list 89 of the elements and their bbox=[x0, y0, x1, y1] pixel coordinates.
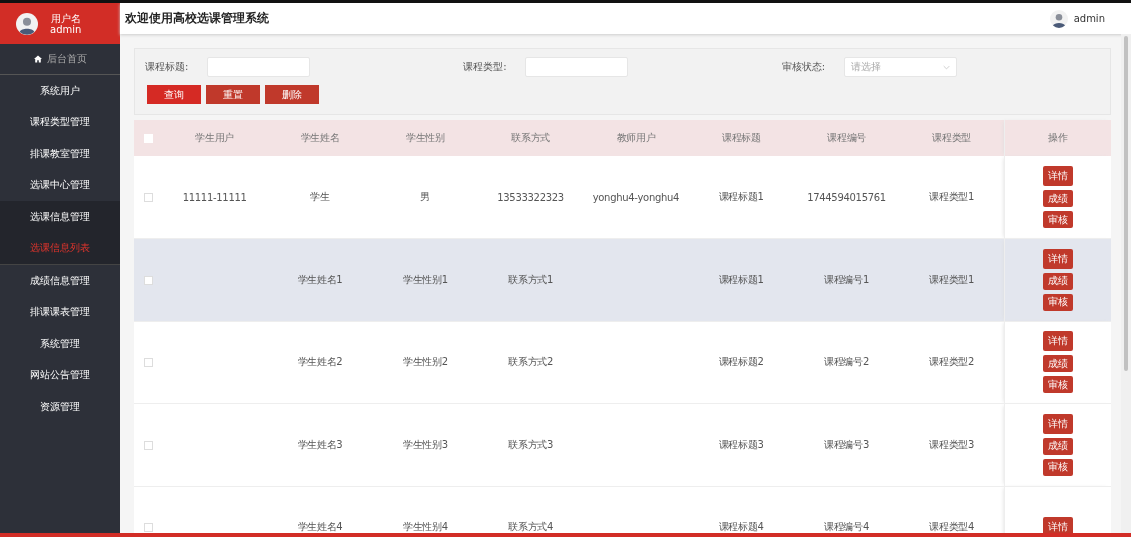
table-cell: 课程标题1 bbox=[718, 273, 764, 285]
table-cell: 联系方式4 bbox=[508, 521, 554, 533]
table-cell: 联系方式2 bbox=[508, 356, 554, 368]
checkbox[interactable] bbox=[143, 358, 153, 368]
avatar-icon bbox=[16, 12, 38, 35]
column-header: 课程编号 bbox=[793, 120, 900, 156]
action-button[interactable]: 成绩 bbox=[1043, 272, 1073, 290]
action-button[interactable]: 详情 bbox=[1043, 331, 1073, 352]
filter-label: 课程类型: bbox=[463, 60, 508, 74]
checkbox[interactable] bbox=[143, 523, 153, 533]
table-cell: 学生姓名3 bbox=[297, 438, 343, 450]
caret-icon bbox=[942, 64, 950, 70]
table-row[interactable]: 学生姓名2 学生性别2 联系方式2 课程标题2 课程编号2 课程类型2 详情 成绩 审核 bbox=[134, 321, 1111, 404]
column-header: 联系方式 bbox=[477, 120, 584, 156]
action-button[interactable]: 成绩 bbox=[1043, 190, 1073, 207]
sidebar-item[interactable]: 资源管理 bbox=[0, 391, 120, 423]
table-cell: yonghu4-yonghu4 bbox=[592, 191, 680, 203]
user-label: 用户名 bbox=[50, 12, 81, 24]
table-cell: 学生性别4 bbox=[402, 521, 448, 533]
table-cell: 课程类型1 bbox=[929, 273, 975, 285]
table-cell: 课程标题4 bbox=[718, 521, 764, 533]
filter-button[interactable]: 查询 bbox=[147, 85, 201, 104]
table-cell: 课程编号2 bbox=[824, 356, 869, 368]
sidebar-subitem[interactable]: 选课信息列表 bbox=[0, 232, 120, 265]
sidebar-item[interactable]: 后台首页 bbox=[0, 44, 120, 75]
checkbox[interactable] bbox=[143, 440, 153, 450]
table-cell: 课程类型2 bbox=[929, 356, 975, 368]
sidebar-item[interactable]: 排课教室管理 bbox=[0, 138, 120, 170]
action-button[interactable]: 审核 bbox=[1043, 376, 1073, 394]
table-row[interactable]: 学生姓名1 学生性别1 联系方式1 课程标题1 课程编号1 课程类型1 详情 成绩 审核 bbox=[134, 238, 1111, 321]
sidebar-item[interactable]: 排课课表管理 bbox=[0, 296, 120, 328]
column-header: 课程类型 bbox=[899, 120, 1005, 156]
table-cell: 课程标题1 bbox=[718, 191, 764, 202]
input-field[interactable] bbox=[525, 57, 629, 77]
sidebar-item[interactable]: 网站公告管理 bbox=[0, 359, 120, 391]
column-header: 学生性别 bbox=[372, 120, 478, 156]
table-cell: 学生性别1 bbox=[402, 273, 448, 285]
filter-label: 课程标题: bbox=[145, 60, 190, 74]
table-cell: 1744594015761 bbox=[807, 191, 886, 203]
action-button[interactable]: 详情 bbox=[1043, 413, 1073, 434]
sidebar-item[interactable]: 选课信息管理 bbox=[0, 201, 120, 233]
action-button[interactable]: 成绩 bbox=[1043, 355, 1073, 373]
column-header: 学生姓名 bbox=[267, 120, 373, 156]
input-field[interactable] bbox=[207, 57, 310, 77]
table-cell: 课程标题2 bbox=[718, 356, 764, 368]
table-cell: 学生姓名1 bbox=[297, 273, 343, 285]
column-header: 学生用户 bbox=[162, 120, 268, 156]
table-cell: 课程编号3 bbox=[824, 438, 869, 450]
table-row[interactable]: 学生姓名3 学生性别3 联系方式3 课程标题3 课程编号3 课程类型3 详情 成绩 审核 bbox=[134, 403, 1111, 486]
sidebar-item[interactable]: 系统管理 bbox=[0, 328, 120, 360]
checkbox[interactable] bbox=[143, 275, 153, 285]
table-cell: 课程类型1 bbox=[929, 191, 975, 202]
table-cell: 课程编号4 bbox=[824, 521, 869, 533]
action-button[interactable]: 审核 bbox=[1043, 293, 1073, 311]
username: admin bbox=[1073, 13, 1105, 24]
table-cell: 课程标题3 bbox=[718, 438, 764, 450]
table-cell: 男 bbox=[420, 191, 431, 202]
column-header: 教师用户 bbox=[583, 120, 689, 156]
table-cell: 学生姓名2 bbox=[297, 356, 343, 368]
action-button[interactable]: 审核 bbox=[1043, 211, 1073, 228]
table-cell: 学生性别2 bbox=[402, 356, 448, 368]
username: admin bbox=[50, 23, 82, 35]
column-header: 课程标题 bbox=[688, 120, 794, 156]
table-cell: 联系方式3 bbox=[508, 438, 554, 450]
sidebar-item[interactable]: 成绩信息管理 bbox=[0, 265, 120, 297]
table-cell: 11111-11111 bbox=[182, 191, 247, 203]
table-cell: 学生性别3 bbox=[402, 438, 448, 450]
avatar-icon bbox=[1049, 9, 1068, 28]
filter-label: 审核状态: bbox=[781, 60, 827, 74]
table-cell: 学生 bbox=[310, 191, 330, 202]
action-button[interactable]: 详情 bbox=[1043, 248, 1073, 269]
page-title: 欢迎使用高校选课管理系统 bbox=[125, 11, 269, 26]
action-button[interactable]: 成绩 bbox=[1043, 437, 1073, 455]
sidebar-item[interactable]: 课程类型管理 bbox=[0, 106, 120, 138]
action-button[interactable]: 详情 bbox=[1043, 166, 1073, 186]
table-cell: 课程类型4 bbox=[929, 521, 975, 533]
table-cell: 联系方式1 bbox=[508, 273, 554, 285]
table-cell: 课程类型3 bbox=[929, 438, 975, 450]
sidebar-item[interactable]: 选课中心管理 bbox=[0, 169, 120, 201]
filter-button[interactable]: 删除 bbox=[265, 85, 319, 104]
checkbox[interactable] bbox=[143, 193, 153, 202]
home-icon bbox=[33, 55, 42, 63]
table-cell: 学生姓名4 bbox=[297, 521, 343, 533]
table-cell: 课程编号1 bbox=[824, 273, 869, 285]
sidebar-item[interactable]: 系统用户 bbox=[0, 75, 120, 107]
table-cell: 13533322323 bbox=[497, 191, 564, 203]
action-button[interactable]: 审核 bbox=[1043, 458, 1073, 476]
filter-button[interactable]: 重置 bbox=[206, 85, 260, 104]
table-row[interactable]: 11111-11111 学生 男 13533322323 yonghu4-yonghu4 课程标题1 1744594015761 课程类型1 详情 成绩 审核 bbox=[134, 156, 1111, 239]
